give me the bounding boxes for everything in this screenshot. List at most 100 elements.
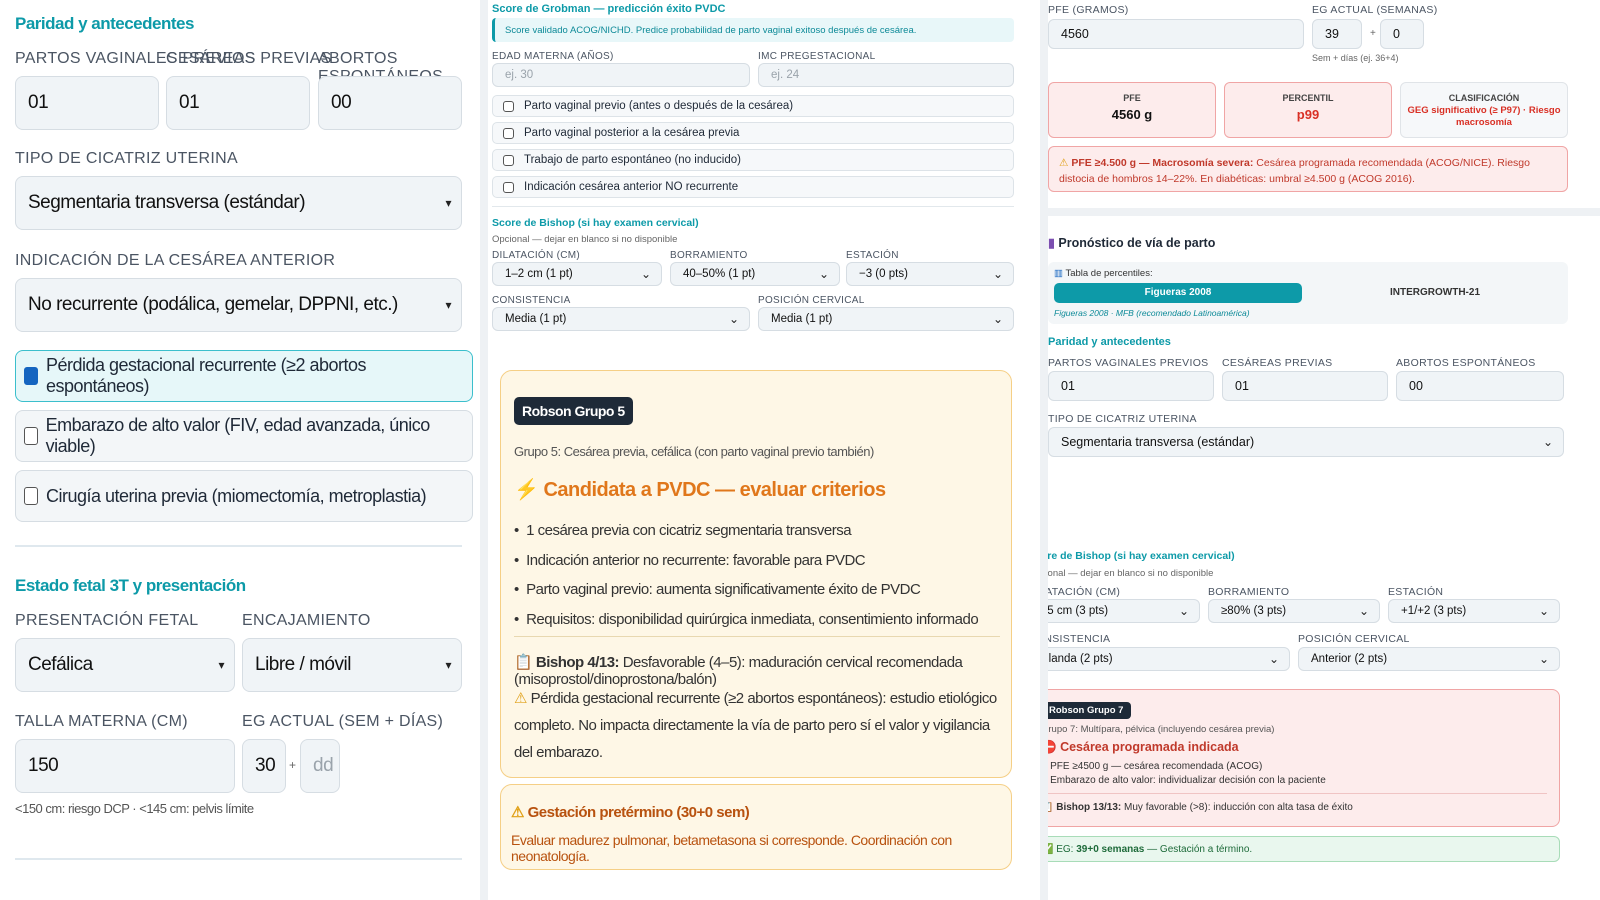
presentation-value: Cefálica <box>28 654 93 675</box>
checkbox-high-value-label: Embarazo de alto valor (FIV, edad avanza… <box>45 415 431 456</box>
prior-vaginal-input[interactable]: 01 <box>15 76 159 130</box>
ga-weeks-input[interactable]: 39 <box>1312 19 1362 49</box>
position-select[interactable]: Anterior (2 pts) ⌄ <box>1298 647 1560 671</box>
ga-weeks-value: 30 <box>255 755 276 776</box>
tab-intergrowth[interactable]: INTERGROWTH-21 <box>1310 283 1560 303</box>
prior-indication-select[interactable]: No recurrente (podálica, gemelar, DPPNI,… <box>15 278 462 332</box>
scar-type-select[interactable]: Segmentaria transversa (estándar) ⌄ <box>1048 427 1564 457</box>
robson-card: Robson Grupo 5 Grupo 5: Cesárea previa, … <box>500 370 1012 778</box>
label-prior-indication: INDICACIÓN DE LA CESÁREA ANTERIOR <box>15 252 336 269</box>
checkbox-uterine-surgery[interactable]: Cirugía uterina previa (miomectomía, met… <box>15 470 473 522</box>
chevron-down-icon: ⌄ <box>1542 435 1553 449</box>
list-item-text: Requisitos: disponibilidad quirúrgica in… <box>526 610 979 628</box>
checkbox-prior-vaginal[interactable]: Parto vaginal previo (antes o después de… <box>492 95 1014 117</box>
station-value: −3 (0 pts) <box>859 268 908 280</box>
consistency-select[interactable]: Blanda (2 pts) ⌄ <box>1048 647 1290 671</box>
ga-days-input[interactable]: 0 <box>1380 19 1424 49</box>
label-engagement: ENCAJAMIENTO <box>242 612 371 629</box>
prior-cesarean-input[interactable]: 01 <box>1222 371 1388 401</box>
label-dilation: DILATACIÓN (CM) <box>492 250 581 261</box>
station-select[interactable]: +1/+2 (3 pts) ⌄ <box>1388 599 1560 623</box>
clipboard-icon: 📋 <box>514 654 533 671</box>
label-effacement: BORRAMIENTO <box>670 250 748 261</box>
station-select[interactable]: −3 (0 pts) ⌄ <box>846 262 1014 286</box>
height-hint: <150 cm: riesgo DCP · <145 cm: pelvis lí… <box>15 801 254 816</box>
bishop-result: 📋 Bishop 4/13: Desfavorable (4–5): madur… <box>514 653 1006 688</box>
chevron-down-icon: ⌄ <box>1538 652 1549 666</box>
chevron-down-icon: ⌄ <box>1178 604 1189 618</box>
panel-gap <box>1048 208 1600 216</box>
plus-sign: + <box>1370 28 1376 39</box>
checkbox-empty-icon <box>503 154 514 166</box>
prior-vaginal-value: 01 <box>1061 379 1075 393</box>
abortions-input[interactable]: 00 <box>1396 371 1564 401</box>
abortions-input[interactable]: 00 <box>318 76 462 130</box>
label-presentation: PRESENTACIÓN FETAL <box>15 612 199 629</box>
effacement-select[interactable]: 40–50% (1 pt) ⌄ <box>670 262 840 286</box>
consistency-value: Media (1 pt) <box>505 313 567 325</box>
label-ga-weeks: EG ACTUAL (SEMANAS) <box>1312 4 1438 16</box>
divider <box>492 206 1014 207</box>
label-consistency: CONSISTENCIA <box>492 295 571 306</box>
percentile-label: PERCENTIL <box>1282 93 1334 103</box>
position-select[interactable]: Media (1 pt) ⌄ <box>758 307 1014 331</box>
presentation-select[interactable]: Cefálica ▾ <box>15 638 235 692</box>
list-item-text: Embarazo de alto valor: individualizar d… <box>1050 775 1326 786</box>
preterm-card: ⚠ Gestación pretérmino (30+0 sem) Evalua… <box>500 784 1012 870</box>
macrosomia-alert: ⚠ PFE ≥4.500 g — Macrosomía severa: Cesá… <box>1048 146 1568 192</box>
maternal-age-placeholder: ej. 30 <box>505 69 534 81</box>
label-position: POSICIÓN CERVICAL <box>1298 633 1410 645</box>
position-value: Media (1 pt) <box>771 313 833 325</box>
ga-status-banner: ✅ EG: 39+0 semanas — Gestación a término… <box>1048 836 1560 862</box>
maternal-height-input[interactable]: 150 <box>15 739 235 793</box>
chevron-down-icon: ▾ <box>445 196 451 210</box>
checkbox-empty-icon <box>503 181 514 193</box>
label-dilation: DILATACIÓN (CM) <box>1048 586 1121 598</box>
checkbox-empty-icon <box>503 127 514 139</box>
efw-input[interactable]: 4560 <box>1048 19 1304 49</box>
grobman-title: Score de Grobman — predicción éxito PVDC <box>492 3 726 15</box>
checkbox-recurrent-loss[interactable]: Pérdida gestacional recurrente (≥2 abort… <box>15 350 473 402</box>
checkbox-empty-icon <box>24 487 38 505</box>
checkbox-label: Parto vaginal posterior a la cesárea pre… <box>524 127 740 139</box>
label-ga-current: EG ACTUAL (SEM + DÍAS) <box>242 713 444 730</box>
label-maternal-age: EDAD MATERNA (AÑOS) <box>492 51 614 62</box>
prior-indication-value: No recurrente (podálica, gemelar, DPPNI,… <box>28 294 398 315</box>
label-maternal-height: TALLA MATERNA (CM) <box>15 713 188 730</box>
ga-days-input[interactable]: dd <box>300 739 340 793</box>
chevron-down-icon: ⌄ <box>1358 604 1369 618</box>
checkbox-high-value[interactable]: Embarazo de alto valor (FIV, edad avanza… <box>15 410 473 462</box>
ga-weeks-input[interactable]: 30 <box>242 739 286 793</box>
maternal-age-input[interactable]: ej. 30 <box>492 63 750 87</box>
warning-icon: ⚠ <box>511 804 524 821</box>
preterm-text: Evaluar madurez pulmonar, betametasona s… <box>511 832 952 864</box>
checkbox-vbac[interactable]: Parto vaginal posterior a la cesárea pre… <box>492 122 1014 144</box>
list-item: • Indicación anterior no recurrente: fav… <box>514 551 866 569</box>
checkbox-label: Indicación cesárea anterior NO recurrent… <box>524 181 739 193</box>
chevron-down-icon: ⌄ <box>640 267 651 281</box>
chevron-down-icon: ▾ <box>445 298 451 312</box>
bishop-result-score: Bishop 13/13: <box>1056 802 1122 813</box>
bishop-subtitle: Opcional — dejar en blanco si no disponi… <box>492 234 678 245</box>
effacement-select[interactable]: ≥80% (3 pts) ⌄ <box>1208 599 1380 623</box>
prior-vaginal-input[interactable]: 01 <box>1048 371 1214 401</box>
divider <box>15 545 462 547</box>
dilation-select[interactable]: ≥5 cm (3 pts) ⌄ <box>1048 599 1200 623</box>
station-value: +1/+2 (3 pts) <box>1401 605 1467 617</box>
dilation-select[interactable]: 1–2 cm (1 pt) ⌄ <box>492 262 662 286</box>
engagement-select[interactable]: Libre / móvil ▾ <box>242 638 462 692</box>
scar-type-value: Segmentaria transversa (estándar) <box>28 192 306 213</box>
consistency-select[interactable]: Media (1 pt) ⌄ <box>492 307 750 331</box>
tab-figueras[interactable]: Figueras 2008 <box>1054 283 1302 303</box>
list-item-text: PFE ≥4500 g — cesárea recomendada (ACOG) <box>1050 761 1263 772</box>
bmi-input[interactable]: ej. 24 <box>758 63 1014 87</box>
checkbox-nonrecurrent[interactable]: Indicación cesárea anterior NO recurrent… <box>492 176 1014 198</box>
divider <box>15 858 462 860</box>
scar-type-select[interactable]: Segmentaria transversa (estándar) ▾ <box>15 176 462 230</box>
table-label-text: Tabla de percentiles: <box>1065 268 1153 279</box>
maternal-height-value: 150 <box>28 755 59 776</box>
prior-cesarean-input[interactable]: 01 <box>166 76 310 130</box>
checkbox-spontaneous-labor[interactable]: Trabajo de parto espontáneo (no inducido… <box>492 149 1014 171</box>
ga-days-placeholder: dd <box>313 755 334 776</box>
effacement-value: ≥80% (3 pts) <box>1221 605 1287 617</box>
